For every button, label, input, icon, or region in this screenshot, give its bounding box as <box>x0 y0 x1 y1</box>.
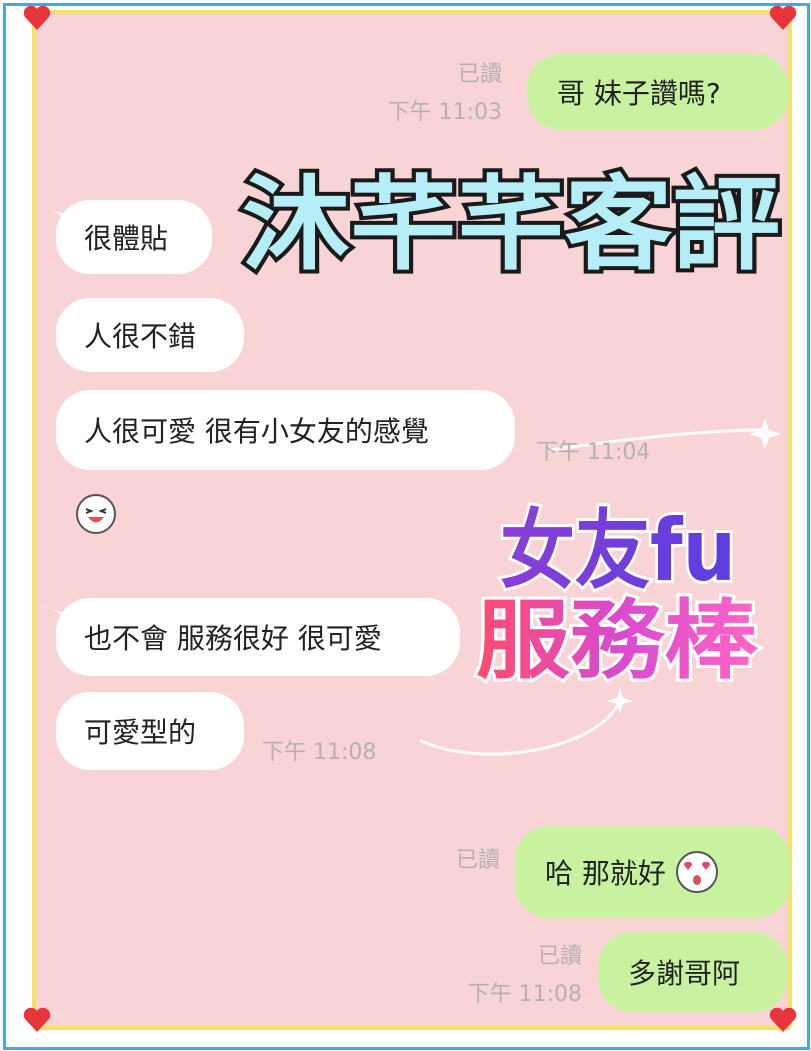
service-badge: 女友fu 服務棒 <box>473 498 762 690</box>
heart-icon <box>769 1007 797 1032</box>
read-receipt: 已讀 <box>537 944 582 969</box>
incoming-message-bubble[interactable]: 很體貼 <box>56 200 212 274</box>
message-text: 人很可愛 很有小女友的感覺 <box>84 415 429 448</box>
laughing-face-emoji[interactable] <box>74 492 118 536</box>
badge-line-2: 服務棒 <box>476 591 759 690</box>
outgoing-message-bubble[interactable]: 多謝哥阿 <box>598 932 788 1012</box>
heart-icon <box>23 5 51 30</box>
message-text: 很體貼 <box>84 222 169 255</box>
review-title: 沐芊芊客評 <box>238 162 784 280</box>
message-timestamp: 下午 11:03 <box>387 100 502 125</box>
read-receipt: 已讀 <box>457 62 502 87</box>
message-timestamp: 下午 11:04 <box>536 440 651 465</box>
heart-icon <box>769 5 797 30</box>
outgoing-message-bubble[interactable]: 哥 妹子讚嗎? <box>527 54 789 130</box>
incoming-message-bubble[interactable]: 也不會 服務很好 很可愛 <box>56 598 460 676</box>
incoming-message-bubble[interactable]: 人很可愛 很有小女友的感覺 <box>56 390 515 470</box>
badge-line-1: 女友fu <box>500 501 736 601</box>
message-text: 可愛型的 <box>84 716 197 749</box>
heart-icon <box>23 1007 51 1032</box>
message-timestamp: 下午 11:08 <box>262 740 377 765</box>
message-text: 哈 那就好 <box>545 857 666 890</box>
outgoing-message-bubble[interactable]: 哈 那就好 <box>515 826 790 918</box>
incoming-message-bubble[interactable]: 可愛型的 <box>56 692 244 770</box>
title-text: 沐芊芊客評 <box>242 166 780 280</box>
message-text: 人很不錯 <box>84 320 197 353</box>
heart-eyes-face-emoji <box>675 851 718 893</box>
message-text: 多謝哥阿 <box>628 957 741 990</box>
message-text: 也不會 服務很好 很可愛 <box>84 622 382 655</box>
message-text: 哥 妹子讚嗎? <box>557 77 721 110</box>
read-receipt: 已讀 <box>455 848 500 873</box>
message-timestamp: 下午 11:08 <box>467 982 582 1007</box>
incoming-message-bubble[interactable]: 人很不錯 <box>56 298 244 372</box>
